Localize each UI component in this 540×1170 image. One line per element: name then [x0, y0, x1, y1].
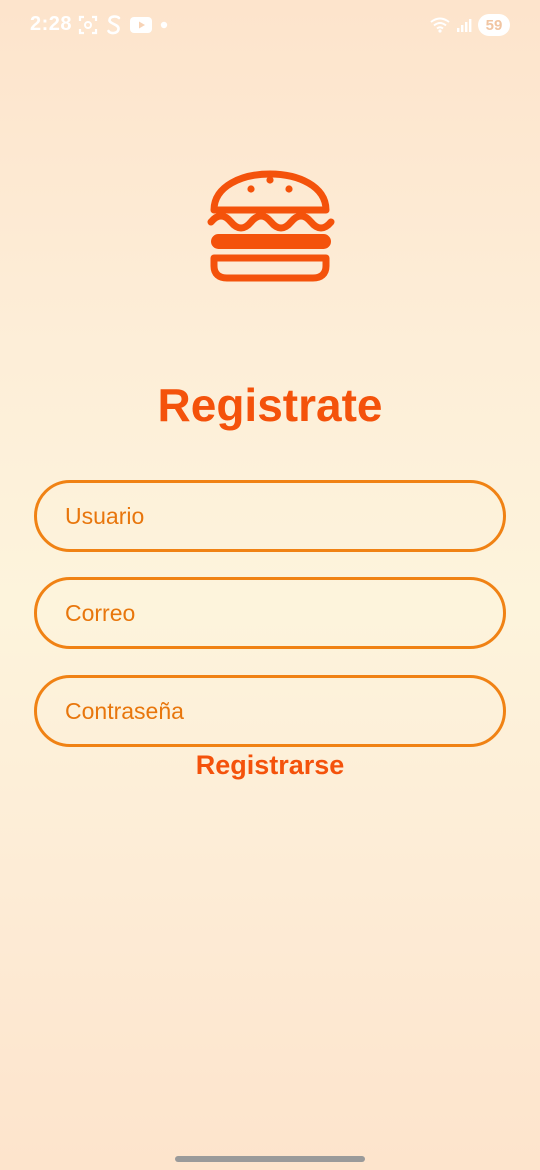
status-time: 2:28: [30, 13, 73, 35]
page-title: Registrate: [157, 379, 383, 431]
password-field[interactable]: [34, 675, 506, 747]
email-input[interactable]: [37, 580, 503, 646]
battery-indicator: 59: [478, 14, 510, 36]
signal-icon: [457, 19, 472, 32]
register-button[interactable]: Registrarse: [0, 750, 540, 781]
wifi-icon: [430, 17, 450, 33]
dot-icon: [160, 21, 168, 29]
youtube-icon: [130, 17, 152, 33]
username-field[interactable]: [34, 480, 506, 552]
notification-icons: [78, 14, 168, 36]
status-bar: 2:28 59: [0, 0, 540, 52]
email-field[interactable]: [34, 577, 506, 649]
screenshot-icon: [78, 15, 98, 35]
system-icons: 59: [430, 14, 510, 36]
password-input[interactable]: [37, 678, 503, 744]
s-app-icon: [107, 15, 121, 35]
username-input[interactable]: [37, 483, 503, 549]
burger-icon: [207, 170, 335, 282]
home-indicator[interactable]: [175, 1156, 365, 1162]
